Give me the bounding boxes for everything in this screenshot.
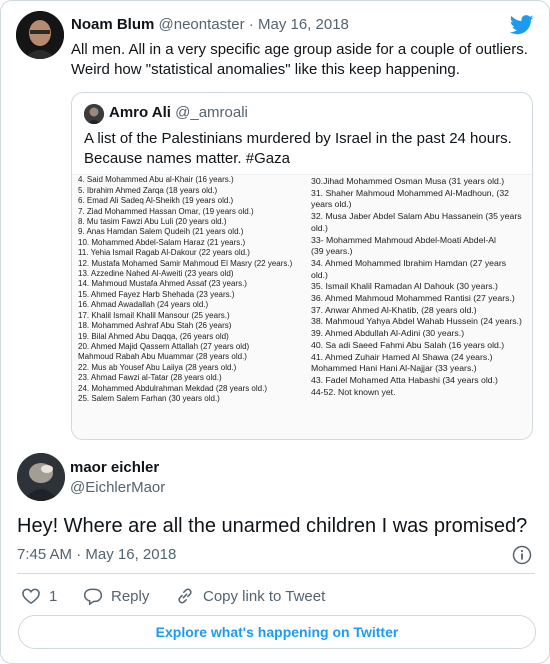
info-icon[interactable] — [512, 545, 532, 565]
name-list-line: 7. Ziad Mohammed Hassan Omar, (19 years … — [78, 206, 254, 216]
quoted-author-name: Amro Ali — [109, 104, 171, 121]
name-list-line: 30.Jihad Mohammed Osman Musa (31 years o… — [311, 176, 505, 186]
name-list-line: 12. Mustafa Mohamed Samir Mahmoud El Mas… — [78, 258, 293, 268]
name-list-line: old.) — [311, 269, 328, 280]
name-list-line: 15. Ahmed Fayez Harb Shehada (23 years.) — [78, 289, 235, 299]
copy-link-label: Copy link to Tweet — [203, 587, 326, 605]
name-list-line: 10. Mohammed Abdel-Salam Haraz (21 years… — [78, 237, 246, 247]
parent-avatar[interactable] — [16, 11, 64, 59]
name-list-line: 18. Mohammed Ashraf Abu Stah (26 years) — [78, 321, 232, 331]
parent-tweet-text: All men. All in a very specific age grou… — [71, 41, 528, 78]
reply-author-handle[interactable]: @EichlerMaor — [70, 479, 165, 496]
name-list-line: 32. Musa Jaber Abdel Salam Abu Hassanein… — [311, 211, 522, 222]
parent-author-handle[interactable]: @neontaster — [159, 16, 245, 33]
name-list-line: 44-52. Not known yet. — [311, 386, 396, 397]
name-list-line: years old.) — [311, 199, 352, 210]
name-list-line: 33- Mohammed Mahmoud Abdel-Moati Abdel-A… — [311, 234, 496, 245]
name-list-line: 5. Ibrahim Ahmed Zarqa (18 years old.) — [78, 185, 218, 195]
reply-separator: · — [76, 546, 82, 563]
quoted-tweet-text: A list of the Palestinians murdered by I… — [84, 130, 512, 167]
like-count: 1 — [49, 587, 58, 605]
name-list-line: 8. Mu tasim Fawzi Abu Luli (20 years old… — [78, 217, 227, 227]
tweet-embed-card: Noam Blum @neontaster · May 16, 2018 All… — [0, 0, 550, 664]
name-list-line: 34. Ahmed Mohammed Ibrahim Hamdan (27 ye… — [311, 257, 507, 268]
reply-label: Reply — [111, 587, 150, 605]
quoted-author-handle: @_amroali — [175, 104, 248, 121]
quoted-avatar — [84, 104, 104, 124]
reply-time: 7:45 AM — [17, 546, 73, 563]
reply-button[interactable]: Reply — [83, 584, 149, 608]
name-list-line: 23. Ahmad Fawzi al-Tatar (28 years old.) — [78, 373, 222, 383]
divider — [17, 573, 535, 574]
name-list-line: 40. Sa adi Saeed Fahmi Abu Salah (16 yea… — [311, 339, 505, 350]
name-list-line: 38. Mahmoud Yahya Abdel Wahab Hussein (2… — [311, 316, 522, 327]
name-list-left-column: 3. Ahmad Adel Mousa Al-Ghar (16 years ol… — [78, 175, 310, 404]
name-list-line: 43. Fadel Mohamed Atta Habashi (34 years… — [311, 374, 498, 385]
name-list-line: (39 years.) — [311, 246, 353, 257]
name-list-line: 13. Azzedine Nahed Al-Aweiti (23 years o… — [78, 269, 234, 279]
like-button[interactable]: 1 — [21, 584, 57, 608]
speech-bubble-icon — [83, 588, 103, 606]
name-list-line: 11. Yehia Ismail Ragab Al-Dakour (22 yea… — [78, 248, 250, 258]
name-list-line: 37. Anwar Ahmed Al-Khatib, (28 years old… — [311, 304, 477, 315]
name-list-line: 25. Salem Salem Farhan (30 years old.) — [78, 393, 220, 403]
name-list-line: 4. Said Mohammed Abu al-Khair (16 years.… — [78, 175, 234, 185]
name-list-line: old.) — [311, 222, 328, 233]
name-list-line: 24. Mohammed Abdulrahman Mekdad (28 year… — [78, 383, 267, 393]
parent-author-name[interactable]: Noam Blum — [71, 16, 154, 33]
name-list-line: 31. Shaher Mahmoud Mohammed Al-Madhoun, … — [311, 187, 509, 198]
reply-date: May 16, 2018 — [85, 546, 177, 563]
name-list-line: 39. Ahmed Abdullah Al-Adini (30 years.) — [311, 328, 465, 339]
reply-avatar[interactable] — [17, 453, 65, 501]
name-list-line: 14. Mahmoud Mustafa Ahmed Assaf (23 year… — [78, 279, 247, 289]
parent-separator: · — [248, 16, 254, 33]
quoted-header: Amro Ali @_amroali — [109, 104, 248, 121]
name-list-line: 41. Ahmed Zuhair Hamed Al Shawa (24 year… — [311, 351, 493, 362]
name-list-line: 35. Ismail Khalil Ramadan Al Dahouk (30 … — [311, 281, 498, 292]
reply-timestamp[interactable]: 7:45 AM · May 16, 2018 — [17, 546, 176, 563]
name-list-line: 36. Ahmed Mahmoud Mohammed Rantisi (27 y… — [311, 293, 515, 304]
heart-icon — [22, 588, 40, 604]
name-list-line: 19. Bilal Ahmed Abu Daqqa, (26 years old… — [78, 331, 229, 341]
name-list-line: 9. Anas Hamdan Salem Qudeih (21 years ol… — [78, 227, 244, 237]
parent-date[interactable]: May 16, 2018 — [258, 16, 349, 33]
reply-tweet-text: Hey! Where are all the unarmed children … — [17, 515, 528, 537]
name-list-line: 22. Mus ab Yousef Abu Laiiya (28 years o… — [78, 362, 237, 372]
link-icon — [178, 588, 192, 604]
parent-header: Noam Blum @neontaster · May 16, 2018 — [71, 16, 349, 33]
explore-twitter-button[interactable]: Explore what's happening on Twitter — [18, 615, 536, 649]
name-list-line: 17. Khalil Ismail Khalil Mansour (25 yea… — [78, 310, 230, 320]
twitter-bird-icon[interactable] — [510, 15, 534, 35]
copy-link-button[interactable]: Copy link to Tweet — [175, 584, 325, 608]
quoted-image-name-list[interactable]: 3. Ahmad Adel Mousa Al-Ghar (16 years ol… — [72, 174, 532, 439]
name-list-line: 16. Ahmad Awadallah (24 years old.) — [78, 300, 209, 310]
name-list-right-column: 30.Jihad Mohammed Osman Musa (31 years o… — [311, 176, 532, 398]
name-list-line: 20. Ahmed Majid Qassem Attallah (27 year… — [78, 341, 250, 351]
name-list-line: Mohammed Hani Hani Al-Najjar (33 years.) — [311, 363, 477, 374]
name-list-line: Mahmoud Rabah Abu Muammar (28 years old.… — [78, 352, 247, 362]
quoted-tweet[interactable]: Amro Ali @_amroali A list of the Palesti… — [71, 92, 533, 440]
reply-author-name[interactable]: maor eichler — [70, 459, 159, 476]
action-bar: 1 Reply Copy link to Tweet — [17, 584, 537, 608]
name-list-line: 6. Emad Ali Sadeq Al-Sheikh (19 years ol… — [78, 196, 234, 206]
